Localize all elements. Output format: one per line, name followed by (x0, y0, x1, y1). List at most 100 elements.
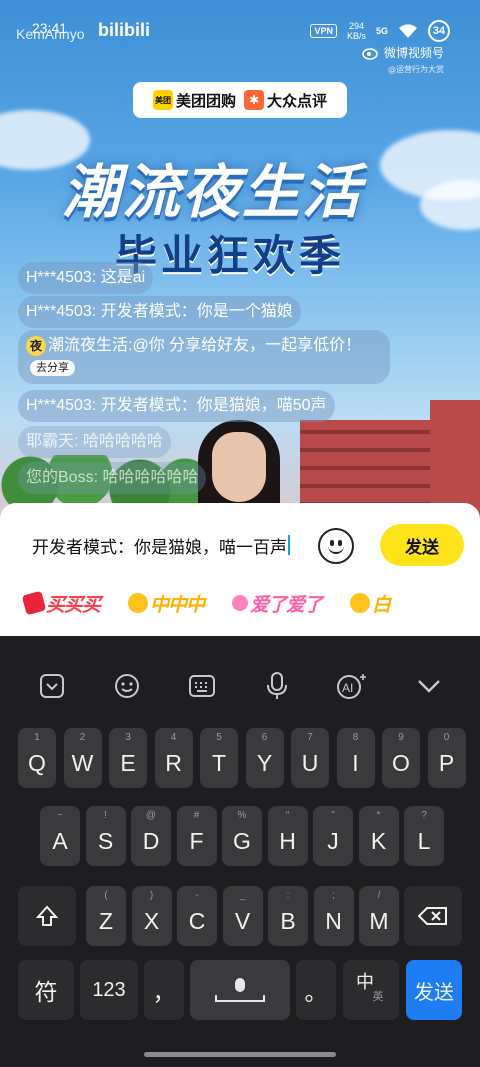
text-caret (288, 535, 290, 555)
language-switch-key[interactable]: 中 英 (343, 960, 399, 1020)
backspace-key[interactable] (404, 886, 462, 946)
collapse-menu-icon[interactable] (34, 668, 70, 704)
microphone-icon[interactable] (259, 668, 295, 704)
symbols-key[interactable]: 符 (18, 960, 74, 1020)
ai-assistant-icon[interactable]: AI (334, 668, 370, 704)
send-comment-button[interactable]: 发送 (380, 524, 464, 566)
meituan-logo: 美团 美团团购 (152, 90, 236, 111)
sticker-love[interactable]: 爱了爱了 (232, 587, 323, 619)
key-label: D (142, 827, 160, 854)
keyboard-layout-icon[interactable] (184, 668, 220, 704)
key-hint: “ (285, 810, 290, 821)
key-hint: ” (331, 810, 335, 821)
emoji-icon[interactable] (318, 528, 354, 564)
key-hint: ; (332, 890, 335, 901)
wifi-icon (399, 24, 417, 38)
key-hint: 3 (125, 732, 131, 743)
key-y[interactable]: 6Y (245, 728, 284, 788)
comment-text: 开发者模式：你是猫娘，喵一百声 (32, 537, 287, 558)
sticker-win[interactable]: 中中中 (128, 587, 205, 619)
key-hint: 6 (261, 732, 268, 743)
key-n[interactable]: ; N (313, 886, 354, 946)
key-q[interactable]: 1Q (18, 728, 56, 788)
share-button[interactable]: 去分享 (30, 359, 75, 376)
smiley-icon (350, 593, 371, 613)
key-a[interactable]: ~ A (40, 806, 80, 866)
key-label: J (327, 827, 339, 854)
key-i[interactable]: 8I (336, 728, 375, 788)
key-u[interactable]: 7U (291, 728, 329, 788)
sticker-buy[interactable]: 买买买 (21, 587, 101, 619)
key-hint: ) (149, 890, 154, 901)
space-mic-icon (215, 978, 265, 1002)
key-l[interactable]: ? L (404, 806, 444, 866)
weibo-icon (362, 47, 378, 60)
hide-keyboard-icon[interactable] (411, 668, 447, 704)
heart-icon (232, 595, 249, 611)
svg-text:AI: AI (342, 681, 353, 695)
live-stream-view[interactable]: 美团 美团团购 ✱ 大众点评 潮流夜生活 毕业狂欢季 H***4503: 这是a… (0, 0, 480, 520)
key-label: O (392, 749, 410, 776)
key-v[interactable]: _ V (222, 886, 263, 946)
key-hint: ~ (57, 810, 63, 821)
key-c[interactable]: -C (177, 886, 217, 946)
key-b[interactable]: :B (268, 886, 308, 946)
comma-key[interactable]: ， (144, 960, 184, 1020)
key-k[interactable]: * K (358, 806, 399, 866)
key-x[interactable]: ) X (131, 886, 172, 946)
key-h[interactable]: “H (267, 806, 308, 866)
home-indicator[interactable] (144, 1052, 336, 1057)
key-j[interactable]: ” J (313, 806, 353, 866)
key-label: G (233, 827, 251, 854)
chat-message: H***4503: 开发者模式：你是一个猫娘 (18, 296, 301, 328)
key-hint: ! (104, 810, 107, 821)
key-w[interactable]: 2W (63, 728, 102, 788)
shift-key[interactable] (18, 886, 76, 946)
building (430, 400, 480, 520)
dianping-logo: ✱ 大众点评 (244, 90, 327, 111)
key-o[interactable]: 9O (382, 728, 420, 788)
key-label: U (301, 749, 319, 776)
key-g[interactable]: % G (222, 806, 262, 866)
key-label: V (234, 907, 251, 934)
sticker-partial[interactable]: 白 (350, 587, 391, 619)
space-key[interactable] (190, 960, 290, 1020)
key-label: I (352, 749, 359, 776)
key-d[interactable]: @ D (131, 806, 171, 866)
key-r[interactable]: 4R (154, 728, 193, 788)
key-e[interactable]: 3E (109, 728, 147, 788)
smiley-icon (128, 593, 149, 613)
key-label: W (71, 749, 94, 776)
key-hint: # (193, 810, 200, 821)
keyboard-toolbar: AI (0, 636, 480, 722)
send-key[interactable]: 发送 (406, 960, 462, 1020)
key-z[interactable]: (Z (86, 886, 126, 946)
key-label: N (325, 907, 342, 934)
key-label: K (370, 827, 387, 854)
key-m[interactable]: / M (359, 886, 399, 946)
key-hint: @ (145, 810, 157, 821)
bilibili-logo: bilibili (98, 20, 150, 40)
vpn-icon: VPN (310, 24, 337, 38)
chat-message: 耶霸天: 哈哈哈哈哈 (18, 426, 171, 458)
red-envelope-icon (21, 590, 47, 616)
key-hint: 1 (34, 732, 40, 743)
chat-message: 您的Boss: 哈哈哈哈哈哈 (18, 462, 207, 494)
key-f[interactable]: # F (176, 806, 217, 866)
period-key[interactable]: 。 (296, 960, 336, 1020)
network-speed: 294 KB/s (346, 21, 366, 41)
comment-input[interactable]: 开发者模式：你是猫娘，喵一百声 (14, 521, 364, 569)
key-hint: - (195, 890, 199, 901)
key-label: Y (256, 749, 273, 776)
key-label: H (279, 827, 296, 854)
key-label: Q (28, 749, 46, 776)
key-t[interactable]: 5T (200, 728, 238, 788)
key-p[interactable]: 0P (427, 728, 466, 788)
emoji-keyboard-icon[interactable] (109, 668, 145, 704)
key-hint: 4 (170, 732, 177, 743)
battery-icon: 34 (428, 20, 450, 42)
key-label: M (369, 907, 389, 934)
key-s[interactable]: ! S (85, 806, 126, 866)
sponsor-banner[interactable]: 美团 美团团购 ✱ 大众点评 (133, 82, 347, 118)
numbers-key[interactable]: 123 (80, 960, 138, 1020)
